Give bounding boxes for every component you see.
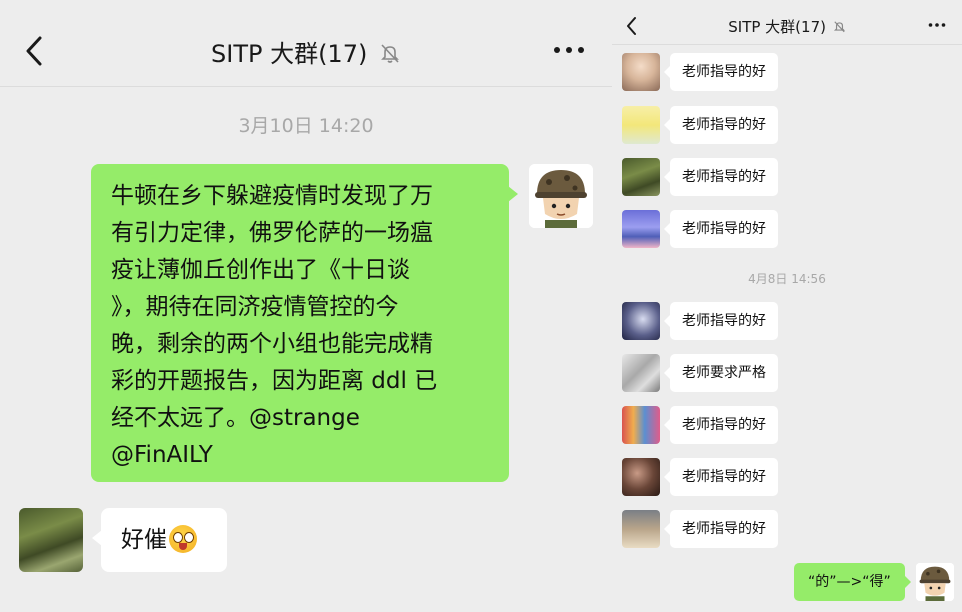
member-avatar[interactable] (622, 458, 660, 496)
reply-message-bubble[interactable]: 好催 (92, 508, 227, 572)
message-line: 经不太远了。@strange (111, 405, 360, 431)
soldier-avatar-icon (529, 164, 593, 228)
member-avatar[interactable] (622, 210, 660, 248)
message-line: 彩的开题报告，因为距离 ddl 已 (111, 368, 438, 394)
member-avatar[interactable] (622, 158, 660, 196)
chat-title: SITP 大群(17) (211, 40, 368, 68)
chat-panel-right: SITP 大群(17) 老师指导的好 老师指导的好 老师指导的好 老师指导的好 … (612, 0, 962, 612)
my-message-bubble[interactable]: 牛顿在乡下躲避疫情时发现了万 有引力定律，佛罗伦萨的一场瘟 疫让薄伽丘创作出了《… (91, 164, 518, 482)
message-line: 有引力定律，佛罗伦萨的一场瘟 (111, 220, 433, 246)
member-avatar[interactable] (622, 106, 660, 144)
message-bubble[interactable]: 老师指导的好 (664, 158, 778, 196)
mute-bell-icon (381, 44, 399, 63)
my-message-bubble[interactable]: “的”—>“得” (794, 563, 911, 601)
message-bubble[interactable]: 老师指导的好 (664, 302, 778, 340)
message-line: 晚，剩余的两个小组也能完成精 (111, 331, 433, 357)
member-avatar[interactable] (622, 53, 660, 91)
message-bubble[interactable]: 老师指导的好 (664, 210, 778, 248)
message-bubble[interactable]: 老师指导的好 (664, 458, 778, 496)
member-avatar[interactable] (622, 354, 660, 392)
member-avatar[interactable] (622, 406, 660, 444)
member-avatar[interactable] (19, 508, 83, 572)
my-avatar[interactable] (916, 563, 954, 601)
my-avatar[interactable] (529, 164, 593, 228)
reply-text: 好催 (121, 527, 167, 553)
chat-header: SITP 大群(17) (0, 0, 612, 87)
message-line: @FinAILY (111, 442, 213, 468)
chat-title-row[interactable]: SITP 大群(17) (0, 34, 612, 69)
member-avatar[interactable] (622, 510, 660, 548)
more-dots-icon[interactable] (928, 21, 946, 29)
message-bubble[interactable]: 老师指导的好 (664, 106, 778, 144)
chat-panel-left: SITP 大群(17) 3月10日 14:20 牛顿在乡下躲避疫情时发现了万 有… (0, 0, 612, 612)
chat-header: SITP 大群(17) (612, 0, 962, 45)
chat-title-row[interactable]: SITP 大群(17) (612, 16, 962, 37)
member-avatar[interactable] (622, 302, 660, 340)
message-bubble[interactable]: 老师指导的好 (664, 406, 778, 444)
message-line: 疫让薄伽丘创作出了《十日谈 (111, 257, 410, 283)
message-bubble[interactable]: 老师要求严格 (664, 354, 778, 392)
more-dots-icon[interactable] (552, 40, 586, 60)
message-line: 牛顿在乡下躲避疫情时发现了万 (111, 183, 433, 209)
message-bubble[interactable]: 老师指导的好 (664, 53, 778, 91)
soldier-avatar-icon (916, 563, 954, 601)
message-timestamp: 3月10日 14:20 (238, 115, 374, 137)
message-bubble[interactable]: 老师指导的好 (664, 510, 778, 548)
mute-bell-icon (833, 21, 845, 33)
message-line: 》，期待在同济疫情管控的今 (111, 294, 399, 320)
tongue-out-emoji-icon (169, 525, 197, 553)
chat-title: SITP 大群(17) (728, 18, 826, 36)
message-timestamp: 4月8日 14:56 (748, 272, 826, 286)
